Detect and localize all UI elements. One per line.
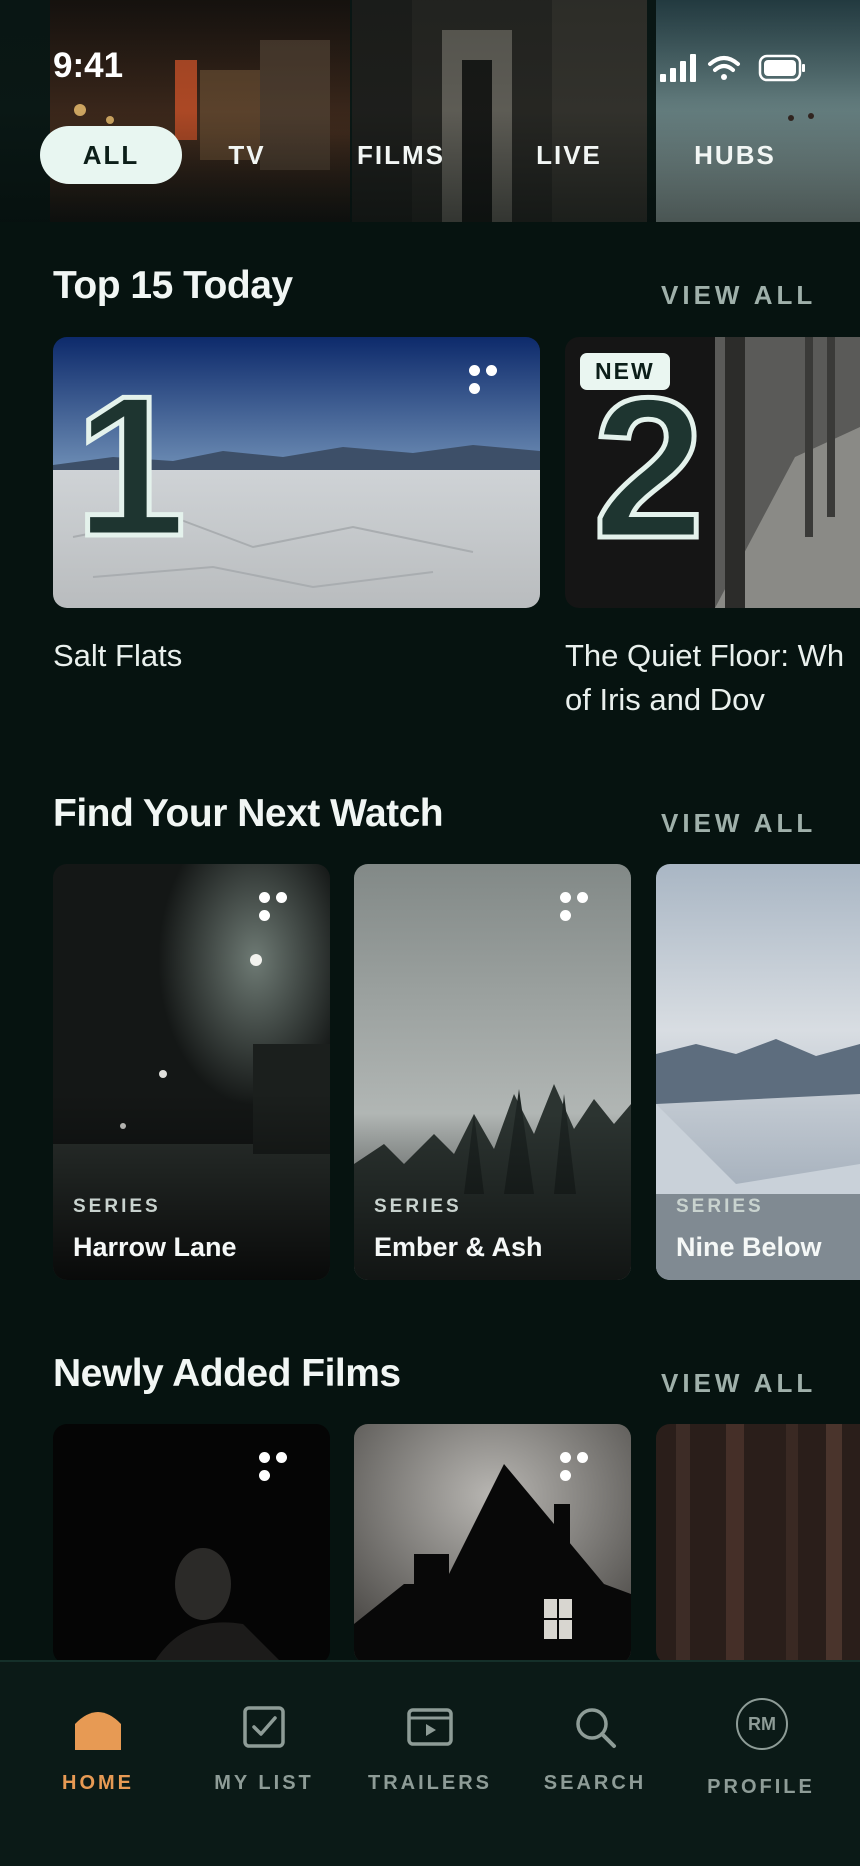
more-options-icon[interactable]	[560, 890, 610, 921]
new-badge: NEW	[580, 353, 670, 390]
series-label: SERIES	[374, 1196, 462, 1217]
series-title: Harrow Lane	[73, 1232, 237, 1262]
rank-number: 2	[590, 357, 706, 580]
play-box-icon	[407, 1708, 453, 1746]
series-card-harrow-lane[interactable]: SERIES Harrow Lane	[53, 864, 330, 1280]
rank-number: 1	[72, 355, 188, 578]
nav-trailers-label: TRAILERS	[368, 1772, 492, 1794]
nav-search-label: SEARCH	[543, 1772, 647, 1794]
top15-card-2-title-line2: of Iris and Dov	[565, 682, 765, 717]
tab-tv[interactable]: TV	[212, 126, 282, 184]
view-all-top15[interactable]: VIEW ALL	[661, 280, 816, 311]
hero-header	[0, 0, 860, 222]
more-options-icon[interactable]	[259, 1450, 309, 1481]
nav-search[interactable]: SEARCH	[520, 1660, 670, 1820]
nav-profile[interactable]: RM PROFILE	[686, 1660, 836, 1820]
series-title: Ember & Ash	[374, 1232, 543, 1262]
avatar-icon: RM	[736, 1698, 788, 1750]
signal-icon	[660, 54, 696, 82]
top15-card-1[interactable]: 1	[53, 337, 540, 608]
home-icon	[75, 1712, 121, 1750]
status-icons	[660, 54, 805, 82]
more-options-icon[interactable]	[469, 363, 519, 394]
more-options-icon[interactable]	[560, 1450, 610, 1481]
tab-all[interactable]: ALL	[40, 126, 182, 184]
search-icon	[576, 1708, 616, 1748]
section-title-new-films: Newly Added Films	[53, 1352, 401, 1395]
series-card-ember-ash[interactable]: SERIES Ember & Ash	[354, 864, 631, 1280]
nav-my-list[interactable]: MY LIST	[189, 1660, 339, 1820]
film-3-thumbnail	[656, 1424, 860, 1664]
nav-trailers[interactable]: TRAILERS	[355, 1660, 505, 1820]
tab-live[interactable]: LIVE	[520, 126, 618, 184]
nav-profile-label: PROFILE	[707, 1776, 815, 1798]
top15-card-1-title: Salt Flats	[53, 638, 183, 673]
series-title: Nine Below	[676, 1232, 822, 1262]
wifi-icon	[708, 56, 740, 80]
film-card-1[interactable]	[53, 1424, 330, 1664]
battery-icon	[758, 54, 805, 82]
film-card-3[interactable]	[656, 1424, 860, 1664]
nav-my-list-label: MY LIST	[214, 1772, 314, 1794]
nav-home-label: HOME	[62, 1772, 134, 1794]
top15-card-2-title-line1: The Quiet Floor: Wh	[565, 638, 845, 673]
checkbox-icon	[243, 1706, 285, 1748]
series-card-nine-below[interactable]: SERIES Nine Below	[656, 864, 860, 1280]
section-title-next-watch: Find Your Next Watch	[53, 792, 444, 835]
tab-hubs[interactable]: HUBS	[680, 126, 790, 184]
section-title-top15: Top 15 Today	[53, 264, 293, 307]
status-time: 9:41	[53, 46, 124, 85]
series-label: SERIES	[676, 1196, 764, 1217]
top15-card-2[interactable]: 2 NEW	[565, 337, 860, 608]
film-card-2[interactable]	[354, 1424, 631, 1664]
series-label: SERIES	[73, 1196, 161, 1217]
tab-films[interactable]: FILMS	[340, 126, 462, 184]
view-all-next-watch[interactable]: VIEW ALL	[661, 808, 816, 839]
view-all-new-films[interactable]: VIEW ALL	[661, 1368, 816, 1399]
more-options-icon[interactable]	[259, 890, 309, 921]
nav-home[interactable]: HOME	[23, 1660, 173, 1820]
